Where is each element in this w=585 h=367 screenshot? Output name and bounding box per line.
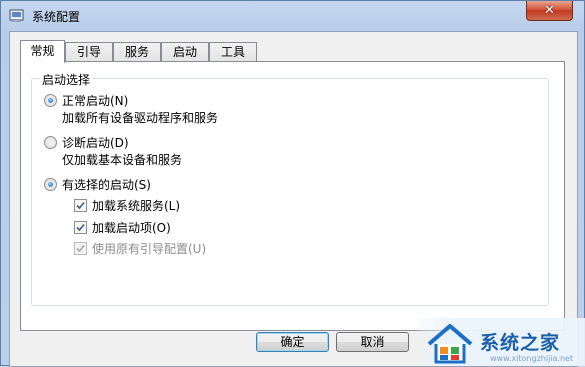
dialog-client-area: 常规 引导 服务 启动 工具 启动选择 正常启动(N) 加载所有设备驱动程序和服… [9, 31, 578, 367]
cancel-button[interactable]: 取消 [336, 332, 409, 352]
tab-boot[interactable]: 引导 [65, 42, 113, 62]
msconfig-icon [9, 7, 25, 23]
startup-selection-group: 启动选择 正常启动(N) 加载所有设备驱动程序和服务 诊断启动(D) 仅加载基本… [31, 71, 549, 306]
title-bar[interactable]: 系统配置 ✕ [1, 1, 585, 31]
tab-general[interactable]: 常规 [20, 40, 65, 63]
normal-startup-description: 加载所有设备驱动程序和服务 [62, 111, 219, 125]
close-button[interactable]: ✕ [526, 1, 573, 21]
window-title: 系统配置 [32, 10, 81, 24]
site-watermark: 系统之家 www.xitongzhijia.net [417, 318, 585, 366]
diagnostic-startup-description: 仅加载基本设备和服务 [62, 153, 183, 167]
normal-startup-label[interactable]: 正常启动(N) [62, 92, 128, 109]
use-original-boot-config-label: 使用原有引导配置(U) [92, 242, 207, 256]
general-tab-panel: 启动选择 正常启动(N) 加载所有设备驱动程序和服务 诊断启动(D) 仅加载基本… [20, 61, 565, 331]
checkmark-icon [76, 223, 85, 232]
checkmark-icon [76, 201, 85, 210]
house-logo-icon [427, 324, 473, 364]
diagnostic-startup-label[interactable]: 诊断启动(D) [62, 134, 129, 151]
selective-startup-radio[interactable] [44, 178, 57, 191]
load-startup-items-label[interactable]: 加载启动项(O) [92, 219, 171, 236]
checkmark-icon [76, 244, 85, 253]
close-icon: ✕ [544, 3, 555, 18]
load-system-services-checkbox[interactable] [74, 199, 87, 212]
load-startup-items-checkbox[interactable] [74, 221, 87, 234]
tab-tools[interactable]: 工具 [209, 42, 257, 62]
group-title: 启动选择 [40, 71, 93, 88]
watermark-text: 系统之家 [480, 332, 561, 354]
watermark-url: www.xitongzhijia.net [490, 354, 574, 363]
normal-startup-radio[interactable] [44, 94, 57, 107]
selective-startup-label[interactable]: 有选择的启动(S) [62, 176, 151, 193]
tab-startup[interactable]: 启动 [161, 42, 209, 62]
system-config-window: 系统配置 ✕ 常规 引导 服务 启动 工具 启动选择 正常启动(N) 加载所有设… [0, 0, 585, 367]
diagnostic-startup-radio[interactable] [44, 136, 57, 149]
load-system-services-label[interactable]: 加载系统服务(L) [92, 197, 180, 214]
ok-button[interactable]: 确定 [256, 332, 329, 352]
tab-services[interactable]: 服务 [113, 42, 161, 62]
use-original-boot-config-checkbox [74, 242, 87, 255]
